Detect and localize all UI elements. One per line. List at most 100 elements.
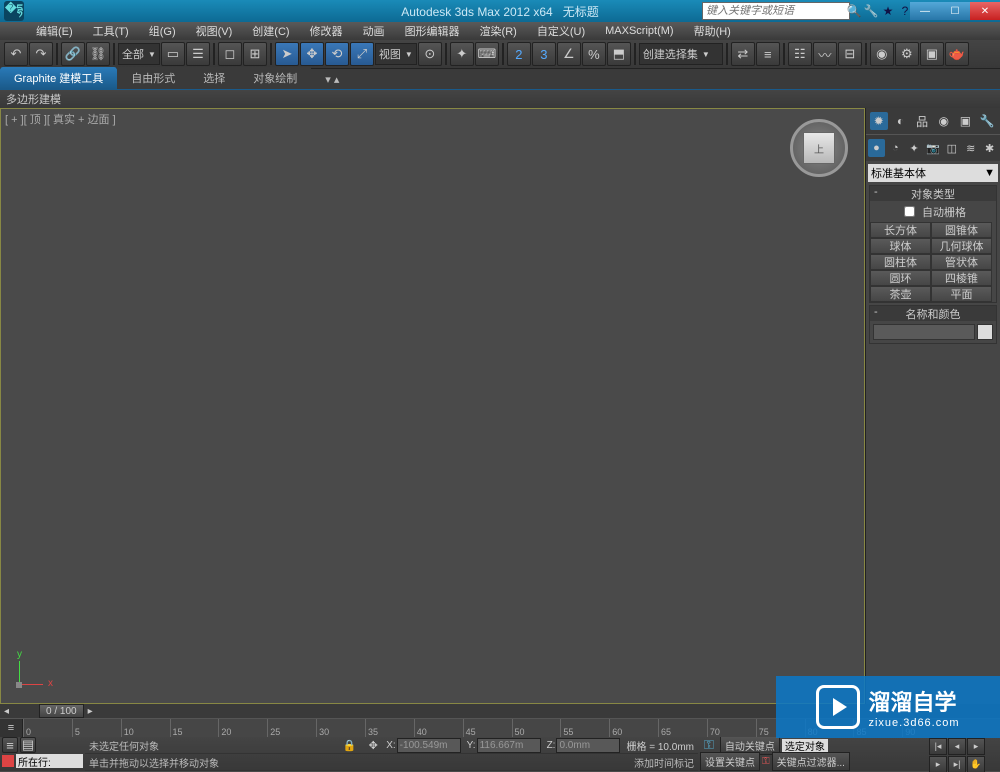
lights-icon[interactable]: ✦ (906, 139, 923, 157)
maxscript-icon[interactable]: ≡ (2, 737, 18, 753)
listener-icon[interactable]: ▤ (20, 737, 36, 753)
viewport[interactable]: [ + ][ 顶 ][ 真实 + 边面 ] 上 (0, 108, 865, 704)
star-icon[interactable]: ★ (881, 4, 895, 18)
move-icon[interactable]: ✥ (300, 42, 324, 66)
time-slider-handle[interactable]: 0 / 100 (39, 704, 84, 718)
mirror-icon[interactable]: ⇄ (731, 42, 755, 66)
obj-tube[interactable]: 管状体 (931, 254, 992, 270)
color-swatch[interactable] (977, 324, 993, 340)
obj-sphere[interactable]: 球体 (870, 238, 931, 254)
maximize-button[interactable]: ☐ (940, 2, 970, 20)
window-crossing-icon[interactable]: ⊞ (243, 42, 267, 66)
select-object-icon[interactable]: ➤ (275, 42, 299, 66)
redo-icon[interactable]: ↷ (29, 42, 53, 66)
schematic-icon[interactable]: ⊟ (838, 42, 862, 66)
ribbon-expand-icon[interactable]: ▾ ▴ (311, 70, 353, 89)
render-icon[interactable]: 🫖 (945, 42, 969, 66)
obj-teapot[interactable]: 茶壶 (870, 286, 931, 302)
menu-tools[interactable]: 工具(T) (85, 21, 137, 41)
layers-icon[interactable]: ☷ (788, 42, 812, 66)
lock-icon[interactable]: 🔒 (343, 739, 357, 752)
viewcube-face[interactable]: 上 (803, 132, 835, 164)
obj-box[interactable]: 长方体 (870, 222, 931, 238)
render-frame-icon[interactable]: ▣ (920, 42, 944, 66)
named-selection-dropdown[interactable]: 创建选择集▼ (639, 43, 723, 65)
ref-coord-dropdown[interactable]: 视图▼ (375, 43, 417, 65)
spinner-snap-icon[interactable]: ⬒ (607, 42, 631, 66)
close-button[interactable]: ✕ (970, 2, 1000, 20)
align-icon[interactable]: ≡ (756, 42, 780, 66)
key-target-dropdown[interactable]: 选定对象 (782, 739, 828, 752)
menu-edit[interactable]: 编辑(E) (28, 21, 81, 41)
cameras-icon[interactable]: 📷 (925, 139, 942, 157)
menu-grapheditors[interactable]: 图形编辑器 (397, 21, 468, 41)
link-icon[interactable]: 🔗 (61, 42, 85, 66)
mini-curve-icon[interactable]: ≡ (0, 719, 23, 737)
utilities-tab-icon[interactable]: 🔧 (978, 112, 996, 130)
ribbon-tab-freeform[interactable]: 自由形式 (117, 67, 189, 89)
timeslider-prev-icon[interactable]: ◂ (4, 706, 9, 717)
menu-views[interactable]: 视图(V) (188, 21, 241, 41)
coord-z[interactable]: 0.0mm (556, 738, 620, 753)
hierarchy-tab-icon[interactable]: 品 (913, 112, 931, 130)
menu-maxscript[interactable]: MAXScript(M) (597, 23, 681, 39)
object-name-input[interactable] (873, 324, 975, 340)
snap-3d-icon[interactable]: 3 (532, 42, 556, 66)
viewport-label[interactable]: [ + ][ 顶 ][ 真实 + 边面 ] (5, 111, 116, 127)
goto-end-icon[interactable]: ▸| (948, 756, 966, 772)
snap-2d-icon[interactable]: 2 (507, 42, 531, 66)
goto-start-icon[interactable]: |◂ (929, 738, 947, 755)
coord-y[interactable]: 116.667m (477, 738, 541, 753)
key-mode-icon[interactable]: ⚿ (762, 756, 770, 767)
shapes-icon[interactable]: ◔ (887, 139, 904, 157)
pivot-icon[interactable]: ⊙ (418, 42, 442, 66)
key-filters-button[interactable]: 关键点过滤器... (772, 752, 850, 771)
key-icon[interactable]: 🔧 (864, 4, 878, 18)
rollout-header-name[interactable]: 名称和颜色 (870, 306, 996, 321)
manipulate-icon[interactable]: ✦ (450, 42, 474, 66)
obj-plane[interactable]: 平面 (931, 286, 992, 302)
menu-help[interactable]: 帮助(H) (686, 21, 739, 41)
prev-frame-icon[interactable]: ◂ (948, 738, 966, 755)
obj-pyramid[interactable]: 四棱锥 (931, 270, 992, 286)
motion-tab-icon[interactable]: ◉ (935, 112, 953, 130)
undo-icon[interactable]: ↶ (4, 42, 28, 66)
obj-cone[interactable]: 圆锥体 (931, 222, 992, 238)
menu-rendering[interactable]: 渲染(R) (472, 21, 525, 41)
scale-icon[interactable]: ⤢ (350, 42, 374, 66)
menu-create[interactable]: 创建(C) (244, 21, 297, 41)
rollout-header-objtype[interactable]: 对象类型 (870, 186, 996, 201)
modify-tab-icon[interactable]: ◐ (891, 112, 909, 130)
angle-snap-icon[interactable]: ∠ (557, 42, 581, 66)
menu-animation[interactable]: 动画 (355, 21, 393, 41)
pan-icon[interactable]: ✋ (967, 756, 985, 772)
helpers-icon[interactable]: ◫ (943, 139, 960, 157)
obj-geosphere[interactable]: 几何球体 (931, 238, 992, 254)
category-dropdown[interactable]: 标准基本体▼ (868, 164, 998, 182)
unlink-icon[interactable]: ⛓ (86, 42, 110, 66)
play-icon[interactable]: ▸ (967, 738, 985, 755)
select-rect-icon[interactable]: ◻ (218, 42, 242, 66)
layer-color-icon[interactable] (2, 755, 14, 767)
keyboard-icon[interactable]: ⌨ (475, 42, 499, 66)
add-time-tag[interactable]: 添加时间标记 (634, 755, 694, 770)
create-tab-icon[interactable]: ✹ (870, 112, 888, 130)
autogrid-checkbox[interactable] (904, 206, 915, 217)
viewcube[interactable]: 上 (790, 119, 848, 177)
minimize-button[interactable]: — (910, 2, 940, 20)
ribbon-panel-label[interactable]: 多边形建模 (6, 91, 61, 107)
selection-filter-dropdown[interactable]: 全部▼ (118, 43, 160, 65)
search-icon[interactable]: 🔍 (847, 4, 861, 18)
menu-customize[interactable]: 自定义(U) (529, 21, 593, 41)
obj-torus[interactable]: 圆环 (870, 270, 931, 286)
display-tab-icon[interactable]: ▣ (956, 112, 974, 130)
geometry-icon[interactable]: ● (868, 139, 885, 157)
curve-editor-icon[interactable]: 〰 (813, 42, 837, 66)
render-setup-icon[interactable]: ⚙ (895, 42, 919, 66)
menu-group[interactable]: 组(G) (141, 21, 184, 41)
layer-dropdown[interactable]: 所在行: (16, 754, 83, 768)
ribbon-tab-objectpaint[interactable]: 对象绘制 (239, 67, 311, 89)
select-icon[interactable]: ▭ (161, 42, 185, 66)
app-menu-icon[interactable]: �དྷ (4, 1, 24, 21)
select-name-icon[interactable]: ☰ (186, 42, 210, 66)
